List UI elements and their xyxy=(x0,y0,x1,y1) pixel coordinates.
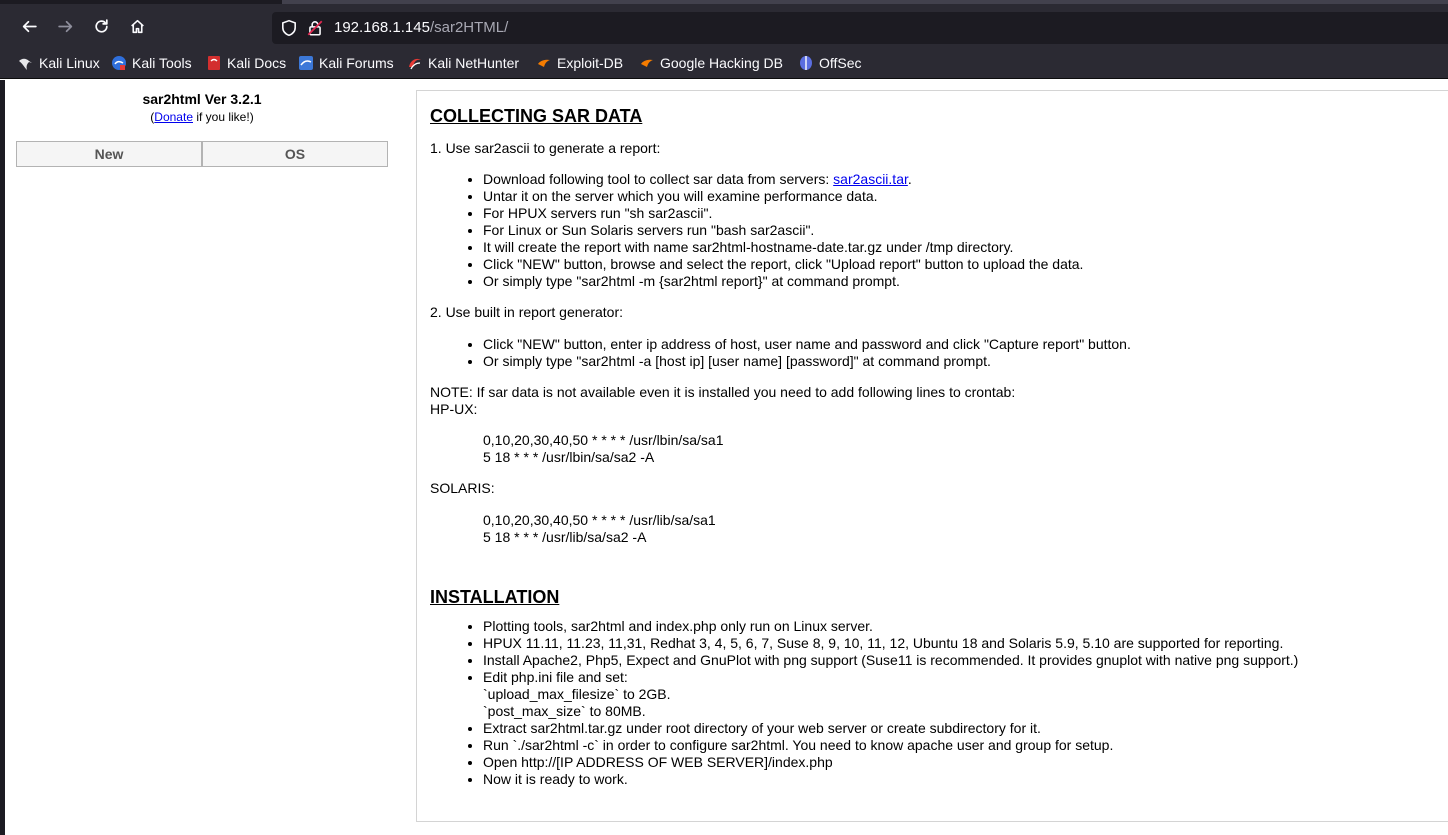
bookmark-kali-forums[interactable]: Kali Forums xyxy=(298,53,394,73)
list-item: Open http://[IP ADDRESS OF WEB SERVER]/i… xyxy=(483,754,1448,771)
left-frame: sar2html Ver 3.2.1 (Donate if you like!) xyxy=(16,89,388,124)
new-button[interactable]: New xyxy=(16,141,202,167)
url-text[interactable]: 192.168.1.145/sar2HTML/ xyxy=(334,19,508,36)
donate-link[interactable]: Donate xyxy=(154,110,193,124)
list-item: Download following tool to collect sar d… xyxy=(483,171,1448,188)
kali-dragon-icon xyxy=(19,58,32,70)
reload-button[interactable] xyxy=(88,13,114,39)
list-item: Install Apache2, Php5, Expect and GnuPlo… xyxy=(483,652,1448,669)
list-item: Or simply type "sar2html -a [host ip] [u… xyxy=(483,353,1448,370)
list-item: Plotting tools, sar2html and index.php o… xyxy=(483,618,1448,635)
bookmark-label: Exploit-DB xyxy=(557,55,624,71)
list-item: Click "NEW" button, browse and select th… xyxy=(483,256,1448,273)
address-bar[interactable]: 192.168.1.145/sar2HTML/ xyxy=(272,12,1448,44)
bookmark-exploit-db[interactable]: Exploit-DB xyxy=(536,53,623,73)
list-item-text: `post_max_size` to 80MB. xyxy=(483,703,646,719)
bookmark-label: Kali Forums xyxy=(319,55,394,71)
arrow-right-icon xyxy=(57,20,72,32)
bookmark-kali-linux[interactable]: Kali Linux xyxy=(18,53,100,73)
offsec-icon xyxy=(800,56,812,70)
step2-text: 2. Use built in report generator: xyxy=(430,304,623,320)
list-item: Extract sar2html.tar.gz under root direc… xyxy=(483,720,1448,737)
os-button[interactable]: OS xyxy=(202,141,388,167)
app-title: sar2html Ver 3.2.1 xyxy=(142,91,262,107)
list-item: Untar it on the server which you will ex… xyxy=(483,188,1448,205)
list-item: HPUX 11.11, 11.23, 11,31, Redhat 3, 4, 5… xyxy=(483,635,1448,652)
list-item-text: . xyxy=(907,171,912,187)
list-item-text: `upload_max_filesize` to 2GB. xyxy=(483,686,671,702)
list-item: Now it is ready to work. xyxy=(483,771,1448,788)
list-item: Click "NEW" button, enter ip address of … xyxy=(483,336,1448,353)
list-item: Edit php.ini file and set: `upload_max_f… xyxy=(483,669,1448,720)
bookmarks-toolbar: Kali Linux Kali Tools Kali Docs Kali For… xyxy=(0,48,1448,79)
home-button[interactable] xyxy=(124,13,150,39)
bookmark-offsec[interactable]: OffSec xyxy=(798,53,862,73)
insecure-lock-icon[interactable] xyxy=(306,19,324,37)
bookmark-kali-nethunter[interactable]: Kali NetHunter xyxy=(407,53,519,73)
nethunter-icon xyxy=(409,58,421,70)
crontab-line: 5 18 * * * /usr/lib/sa/sa2 -A xyxy=(483,529,647,545)
main-frame: COLLECTING SAR DATA 1. Use sar2ascii to … xyxy=(416,90,1448,822)
step1-list: Download following tool to collect sar d… xyxy=(430,171,1448,290)
donate-suffix: if you like!) xyxy=(193,110,254,124)
list-item: For HPUX servers run "sh sar2ascii". xyxy=(483,205,1448,222)
ghdb-icon xyxy=(641,59,653,67)
bookmark-label: Google Hacking DB xyxy=(660,55,783,71)
collecting-sar-data-heading: COLLECTING SAR DATA xyxy=(430,106,643,126)
bookmark-kali-tools[interactable]: Kali Tools xyxy=(111,53,192,73)
crontab-note: NOTE: If sar data is not available even … xyxy=(430,384,1016,400)
list-item-text: Edit php.ini file and set: xyxy=(483,669,628,685)
exploit-db-icon xyxy=(538,59,550,67)
arrow-left-icon xyxy=(22,20,37,32)
step2-list: Click "NEW" button, enter ip address of … xyxy=(430,336,1448,370)
home-icon xyxy=(130,19,144,33)
window-edge xyxy=(0,80,5,835)
crontab-line: 0,10,20,30,40,50 * * * * /usr/lbin/sa/sa… xyxy=(483,432,724,448)
bookmark-label: OffSec xyxy=(819,55,862,71)
reload-icon xyxy=(94,18,108,33)
list-item: For Linux or Sun Solaris servers run "ba… xyxy=(483,222,1448,239)
sar2ascii-download-link[interactable]: sar2ascii.tar xyxy=(833,171,908,187)
installation-heading: INSTALLATION xyxy=(430,587,560,607)
bookmark-label: Kali Tools xyxy=(132,55,192,71)
list-item: It will create the report with name sar2… xyxy=(483,239,1448,256)
kali-tools-icon xyxy=(112,56,126,70)
browser-toolbar: 192.168.1.145/sar2HTML/ xyxy=(0,4,1448,48)
bookmark-label: Kali NetHunter xyxy=(428,55,520,71)
donate-line: (Donate if you like!) xyxy=(16,110,388,124)
crontab-line: 0,10,20,30,40,50 * * * * /usr/lib/sa/sa1 xyxy=(483,512,716,528)
url-path: /sar2HTML/ xyxy=(429,19,509,36)
hpux-label: HP-UX: xyxy=(430,401,478,417)
solaris-crontab: 0,10,20,30,40,50 * * * * /usr/lib/sa/sa1… xyxy=(430,512,1448,546)
kali-forums-icon xyxy=(299,56,313,70)
bookmark-google-hacking-db[interactable]: Google Hacking DB xyxy=(639,53,783,73)
solaris-label: SOLARIS: xyxy=(430,480,495,496)
list-item: Run `./sar2html -c` in order to configur… xyxy=(483,737,1448,754)
kali-docs-icon xyxy=(208,56,220,70)
bookmark-label: Kali Linux xyxy=(39,55,100,71)
url-host: 192.168.1.145 xyxy=(334,19,430,36)
bookmark-kali-docs[interactable]: Kali Docs xyxy=(206,53,286,73)
list-item: Or simply type "sar2html -m {sar2html re… xyxy=(483,273,1448,290)
bookmark-label: Kali Docs xyxy=(227,55,287,71)
installation-list: Plotting tools, sar2html and index.php o… xyxy=(430,618,1448,788)
shield-icon[interactable] xyxy=(280,19,298,37)
back-button[interactable] xyxy=(16,13,42,39)
hpux-crontab: 0,10,20,30,40,50 * * * * /usr/lbin/sa/sa… xyxy=(430,432,1448,466)
forward-button[interactable] xyxy=(52,13,78,39)
step1-text: 1. Use sar2ascii to generate a report: xyxy=(430,140,661,156)
list-item-text: Download following tool to collect sar d… xyxy=(483,171,834,187)
crontab-line: 5 18 * * * /usr/lbin/sa/sa2 -A xyxy=(483,449,655,465)
